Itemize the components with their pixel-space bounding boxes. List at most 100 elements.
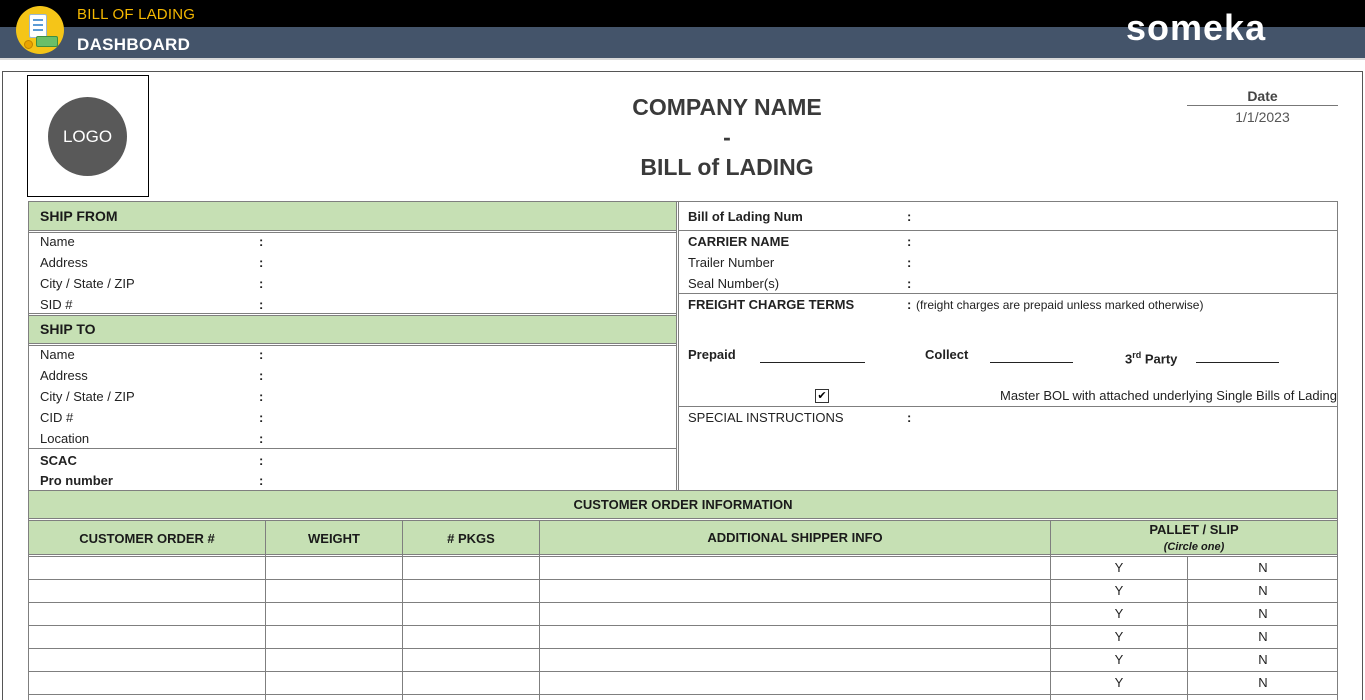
header-divider bbox=[0, 58, 1365, 60]
colon: : bbox=[259, 297, 264, 312]
ship-from-name-label: Name bbox=[40, 234, 75, 249]
grid-line bbox=[28, 694, 1338, 695]
colon: : bbox=[259, 234, 264, 249]
colon: : bbox=[259, 276, 264, 291]
grid-line bbox=[678, 230, 1338, 231]
cash-icon bbox=[36, 36, 58, 47]
pallet-no-option[interactable]: N bbox=[1253, 652, 1273, 667]
colon: : bbox=[259, 255, 264, 270]
col-weight: WEIGHT bbox=[308, 531, 360, 546]
col-customer-order: CUSTOMER ORDER # bbox=[79, 531, 215, 546]
pallet-no-option[interactable]: N bbox=[1253, 560, 1273, 575]
ship-from-address-label: Address bbox=[40, 255, 88, 270]
pallet-no-option[interactable]: N bbox=[1253, 583, 1273, 598]
ship-to-header bbox=[29, 316, 676, 343]
carrier-name-label: CARRIER NAME bbox=[688, 234, 790, 249]
colon: : bbox=[907, 255, 912, 270]
col-additional-info: ADDITIONAL SHIPPER INFO bbox=[707, 530, 883, 545]
colon: : bbox=[907, 276, 912, 291]
ship-from-title: SHIP FROM bbox=[40, 208, 118, 224]
grid-line bbox=[28, 343, 677, 344]
pallet-no-option[interactable]: N bbox=[1253, 606, 1273, 621]
pallet-no-option[interactable]: N bbox=[1253, 629, 1273, 644]
colon: : bbox=[259, 453, 264, 468]
logo-placeholder: LOGO bbox=[48, 97, 127, 176]
grid-line bbox=[28, 518, 1338, 519]
grid-line bbox=[28, 448, 677, 449]
bill-of-lading-title: BILL of LADING bbox=[640, 154, 814, 180]
third-party-line[interactable] bbox=[1196, 362, 1279, 363]
ship-to-city-label: City / State / ZIP bbox=[40, 389, 135, 404]
colon: : bbox=[259, 389, 264, 404]
logo-box: LOGO bbox=[27, 75, 149, 197]
document-title: COMPANY NAME - BILL of LADING bbox=[527, 92, 927, 182]
grid-line bbox=[28, 520, 1338, 521]
pallet-no-option[interactable]: N bbox=[1253, 675, 1273, 690]
colon: : bbox=[259, 410, 264, 425]
table-row[interactable] bbox=[29, 556, 1337, 579]
title-separator: - bbox=[723, 124, 731, 150]
app-title: BILL OF LADING bbox=[77, 6, 196, 23]
grid-line bbox=[28, 554, 1338, 555]
bol-num-label: Bill of Lading Num bbox=[688, 209, 803, 224]
pallet-yes-option[interactable]: Y bbox=[1109, 583, 1129, 598]
colon: : bbox=[259, 368, 264, 383]
pallet-yes-option[interactable]: Y bbox=[1109, 675, 1129, 690]
collect-label: Collect bbox=[925, 347, 969, 362]
special-instructions-label: SPECIAL INSTRUCTIONS bbox=[688, 410, 844, 425]
ship-to-name-label: Name bbox=[40, 347, 75, 362]
ship-to-cid-label: CID # bbox=[40, 410, 74, 425]
table-row[interactable] bbox=[29, 625, 1337, 648]
ship-to-location-label: Location bbox=[40, 431, 90, 446]
table-row[interactable] bbox=[29, 602, 1337, 625]
pallet-yes-option[interactable]: Y bbox=[1109, 606, 1129, 621]
col-pallet-circle-note: (Circle one) bbox=[1163, 541, 1225, 553]
someka-logo[interactable]: someka bbox=[1126, 8, 1266, 48]
date-value[interactable]: 1/1/2023 bbox=[1187, 109, 1338, 125]
colon: : bbox=[907, 209, 912, 224]
grid-line bbox=[28, 232, 677, 233]
grid-line bbox=[678, 201, 679, 490]
colon: : bbox=[907, 234, 912, 249]
seal-numbers-label: Seal Number(s) bbox=[688, 276, 780, 291]
ship-to-address-label: Address bbox=[40, 368, 88, 383]
prepaid-label: Prepaid bbox=[688, 347, 736, 362]
colon: : bbox=[907, 297, 912, 312]
coin-icon bbox=[24, 40, 33, 49]
col-pallet-slip: PALLET / SLIP bbox=[1149, 522, 1239, 537]
ship-from-sid-label: SID # bbox=[40, 297, 73, 312]
freight-terms-label: FREIGHT CHARGE TERMS bbox=[688, 297, 855, 312]
grid-line bbox=[678, 293, 1338, 294]
date-label: Date bbox=[1187, 88, 1338, 106]
grid-line bbox=[678, 406, 1338, 407]
colon: : bbox=[259, 431, 264, 446]
ship-from-city-label: City / State / ZIP bbox=[40, 276, 135, 291]
trailer-number-label: Trailer Number bbox=[688, 255, 775, 270]
grid-line bbox=[28, 313, 677, 314]
scac-label: SCAC bbox=[40, 453, 77, 468]
prepaid-line[interactable] bbox=[760, 362, 865, 363]
master-bol-label: Master BOL with attached underlying Sing… bbox=[1000, 388, 1337, 403]
pallet-yes-option[interactable]: Y bbox=[1109, 652, 1129, 667]
freight-note: (freight charges are prepaid unless mark… bbox=[916, 298, 1204, 312]
pallet-yes-option[interactable]: Y bbox=[1109, 560, 1129, 575]
ship-from-header bbox=[29, 202, 676, 230]
table-row[interactable] bbox=[29, 648, 1337, 671]
collect-line[interactable] bbox=[990, 362, 1073, 363]
grid-line bbox=[28, 230, 677, 231]
pallet-yes-option[interactable]: Y bbox=[1109, 629, 1129, 644]
bill-of-lading-app-icon bbox=[16, 6, 64, 54]
table-row[interactable] bbox=[29, 671, 1337, 694]
col-pkgs: # PKGS bbox=[447, 531, 495, 546]
customer-order-title: CUSTOMER ORDER INFORMATION bbox=[573, 497, 793, 512]
third-party-word: Party bbox=[1144, 351, 1178, 367]
colon: : bbox=[259, 473, 264, 488]
third-party-suffix: rd bbox=[1132, 350, 1142, 360]
ship-to-title: SHIP TO bbox=[40, 321, 96, 337]
master-bol-checkbox[interactable]: ✔ bbox=[815, 389, 829, 403]
dashboard-link[interactable]: DASHBOARD bbox=[77, 35, 190, 55]
document-icon bbox=[29, 14, 47, 38]
table-row[interactable] bbox=[29, 579, 1337, 602]
colon: : bbox=[259, 347, 264, 362]
company-name: COMPANY NAME bbox=[632, 94, 822, 120]
